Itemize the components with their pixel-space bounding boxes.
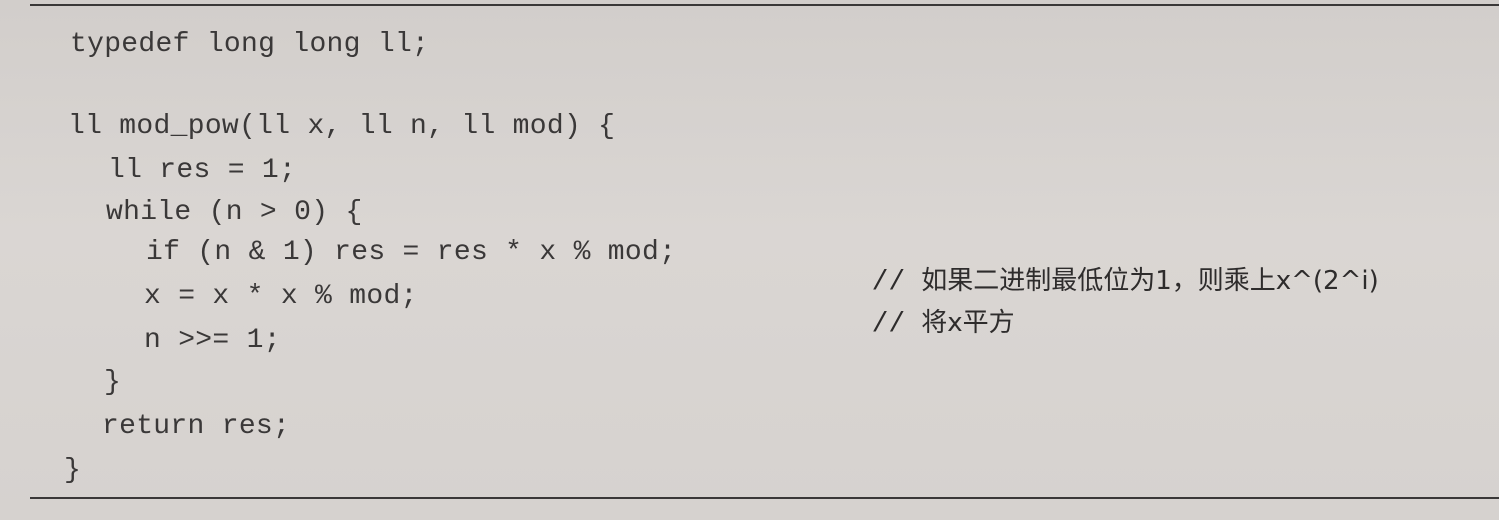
code-line-while-close: }: [104, 367, 122, 398]
code-line-shift: n >>= 1;: [144, 325, 281, 356]
code-line-function-signature: ll mod_pow(ll x, ll n, ll mod) {: [68, 111, 616, 142]
code-line-typedef: typedef long long ll;: [70, 29, 430, 60]
code-line-if-multiply: if (n & 1) res = res * x % mod;: [146, 237, 677, 268]
code-line-square: x = x * x % mod;: [144, 281, 418, 312]
code-line-while: while (n > 0) {: [106, 197, 363, 228]
comment-line-2: // 将x平方: [822, 272, 1015, 376]
comment-text: 将x平方: [921, 308, 1015, 338]
code-listing: typedef long long ll; ll mod_pow(ll x, l…: [0, 0, 1499, 520]
code-line-return: return res;: [102, 411, 291, 442]
bottom-rule: [30, 497, 1499, 499]
code-line-res-init: ll res = 1;: [108, 155, 297, 186]
document-page: typedef long long ll; ll mod_pow(ll x, l…: [0, 0, 1499, 520]
comment-marker: //: [871, 309, 906, 340]
code-line-function-close: }: [64, 455, 82, 486]
